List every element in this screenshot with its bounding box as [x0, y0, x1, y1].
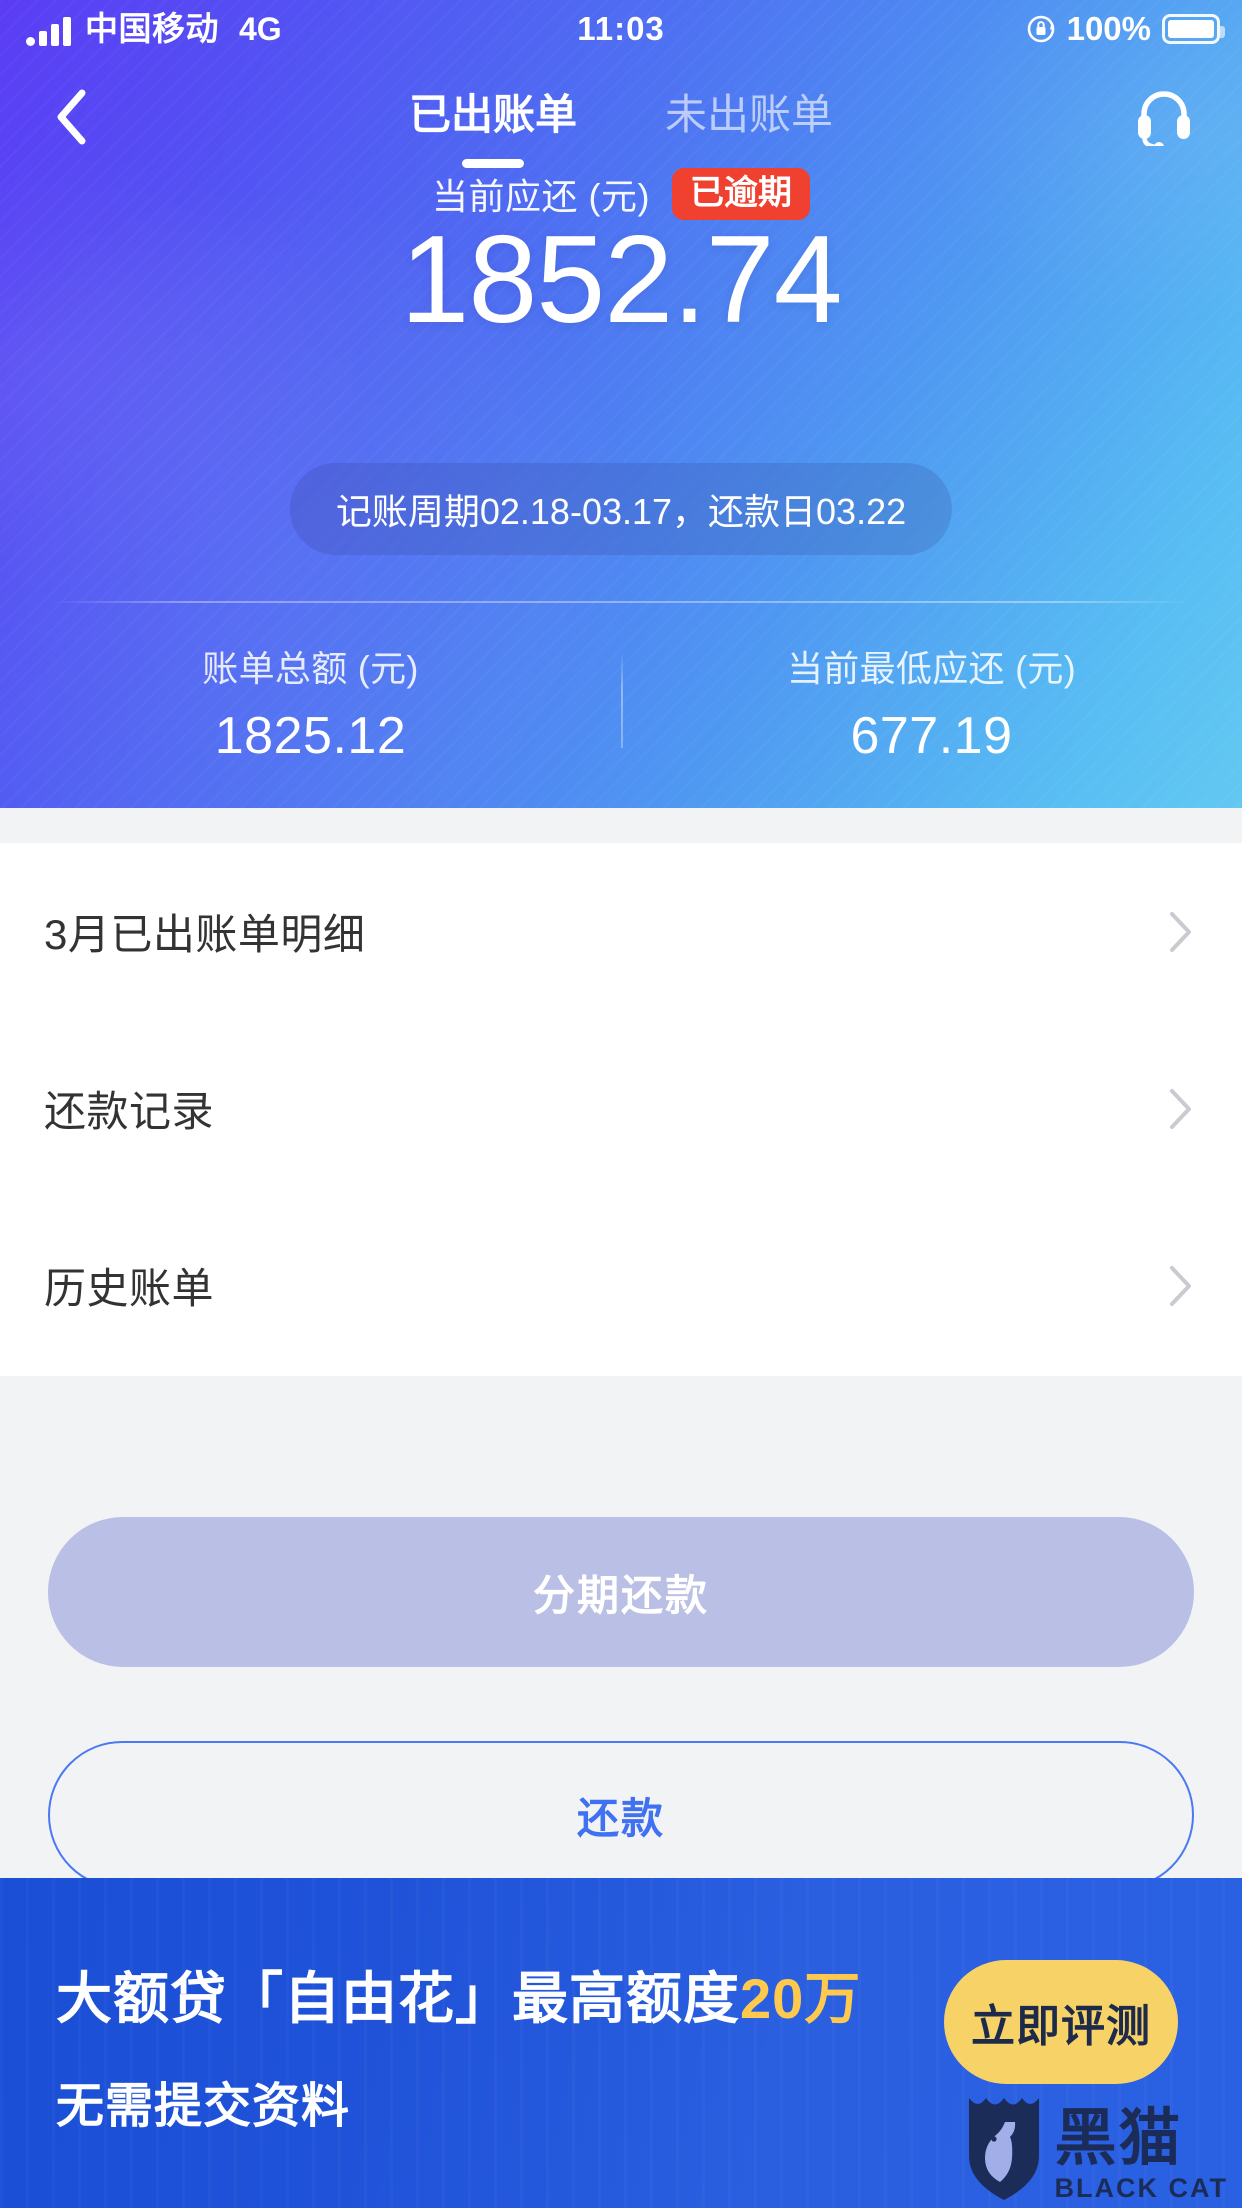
- hero-divider: [50, 601, 1192, 603]
- stat-total-bill: 账单总额 (元) 1825.12: [0, 640, 621, 766]
- nav-bar: 已出账单 未出账单: [0, 58, 1242, 168]
- action-button-area: 分期还款 还款: [0, 1376, 1242, 1889]
- list-item-bill-detail[interactable]: 3月已出账单明细: [0, 843, 1242, 1020]
- list-item-label: 历史账单: [44, 1265, 215, 1312]
- status-bar: 中国移动 4G 11:03 100%: [0, 0, 1242, 58]
- installment-repay-button[interactable]: 分期还款: [48, 1517, 1194, 1667]
- tab-unissued-bill[interactable]: 未出账单: [665, 81, 833, 146]
- banner-title: 大额贷「自由花」最高额度20万: [56, 1954, 861, 2035]
- watermark-text: 黑猫 BLACK CAT: [1054, 2104, 1228, 2204]
- rotation-lock-icon: [1026, 14, 1056, 44]
- banner-subtitle: 无需提交资料: [56, 2080, 351, 2133]
- list-item-history-bills[interactable]: 历史账单: [0, 1197, 1242, 1374]
- battery-percent: 100%: [1066, 10, 1151, 47]
- section-gap: [0, 808, 1242, 843]
- banner-cta-button[interactable]: 立即评测: [944, 1960, 1178, 2084]
- hero-stats: 账单总额 (元) 1825.12 当前最低应还 (元) 677.19: [0, 640, 1242, 766]
- current-due-amount: 1852.74: [400, 211, 842, 349]
- stat-total-bill-label: 账单总额 (元): [202, 648, 419, 689]
- banner-title-highlight: 20万: [740, 1967, 862, 2030]
- tab-issued-bill[interactable]: 已出账单: [409, 81, 577, 146]
- repay-button[interactable]: 还款: [48, 1741, 1194, 1889]
- phone-screen: 中国移动 4G 11:03 100% 已出账单 未出账单 当前应还 (元) 已逾…: [0, 0, 1242, 2208]
- bill-menu-list: 3月已出账单明细 还款记录 历史账单: [0, 843, 1242, 1376]
- bill-tabs: 已出账单 未出账单: [0, 58, 1242, 168]
- battery-icon: [1162, 14, 1225, 44]
- list-item-repayment-record[interactable]: 还款记录: [0, 1020, 1242, 1197]
- list-item-label: 3月已出账单明细: [44, 911, 366, 958]
- blackcat-watermark: 黑猫 BLACK CAT: [965, 2092, 1228, 2204]
- banner-title-prefix: 大额贷「自由花」最高额度: [56, 1967, 740, 2030]
- watermark-en: BLACK CAT: [1054, 2173, 1228, 2203]
- chevron-right-icon: [1168, 1264, 1194, 1308]
- status-bar-right: 100%: [1026, 10, 1225, 48]
- customer-service-button[interactable]: [1126, 76, 1202, 152]
- chevron-right-icon: [1168, 1087, 1194, 1131]
- promo-banner[interactable]: 大额贷「自由花」最高额度20万 无需提交资料 立即评测 黑猫 BLACK CAT: [0, 1878, 1242, 2208]
- list-item-label: 还款记录: [44, 1088, 215, 1135]
- stat-total-bill-value: 1825.12: [214, 707, 407, 765]
- stat-min-due: 当前最低应还 (元) 677.19: [621, 640, 1242, 766]
- billing-cycle-pill: 记账周期02.18-03.17，还款日03.22: [289, 463, 953, 555]
- stat-min-due-value: 677.19: [850, 707, 1013, 765]
- headset-icon: [1138, 91, 1190, 146]
- bill-hero-panel: 中国移动 4G 11:03 100% 已出账单 未出账单 当前应还 (元) 已逾…: [0, 0, 1242, 808]
- cat-shield-icon: [965, 2092, 1043, 2204]
- watermark-cn: 黑猫: [1054, 2104, 1183, 2174]
- stat-min-due-label: 当前最低应还 (元): [787, 648, 1076, 689]
- chevron-right-icon: [1168, 910, 1194, 954]
